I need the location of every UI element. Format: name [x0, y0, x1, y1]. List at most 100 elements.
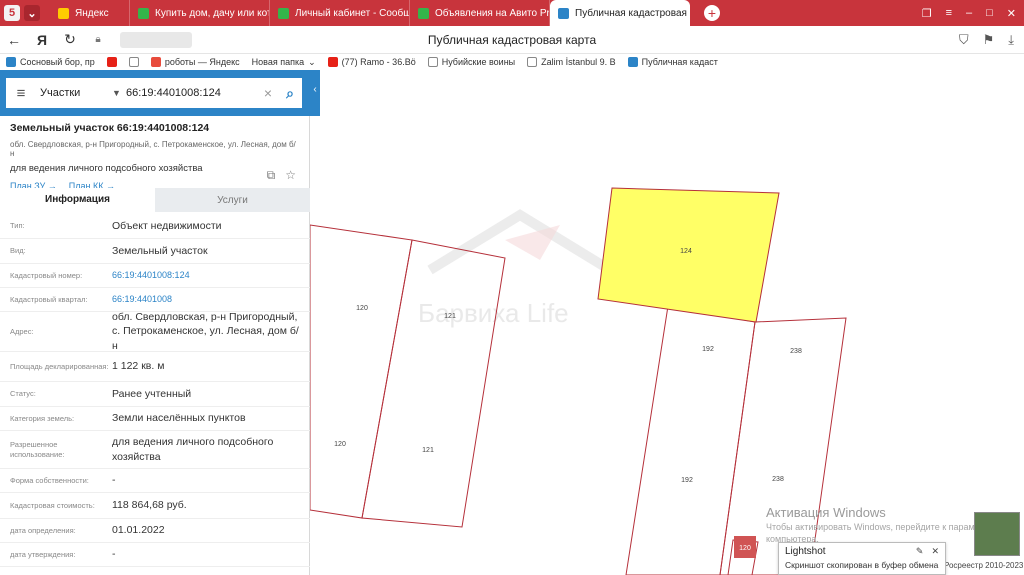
cadastral-map[interactable]: Барвиха Life 120 121 120 121 124 192 238: [310, 70, 1024, 575]
collapse-panel-icon[interactable]: ‹: [310, 84, 320, 102]
avito-favicon-icon: [138, 7, 149, 19]
parcel-192[interactable]: [625, 305, 756, 575]
address-bar-tools: ⛉ ⚑ ⤓: [959, 32, 1024, 48]
lightshot-buttons: ✎ ✕: [916, 546, 939, 557]
info-row: Категория земель: Земли населённых пункто…: [0, 407, 310, 431]
chevron-down-icon[interactable]: ⌄: [24, 5, 40, 21]
row-label: Разрешенное использование:: [10, 440, 65, 459]
tab-avito-house[interactable]: Купить дом, дачу или кот: [130, 0, 270, 26]
bookmark-label: (77) Ramo - 36.Bö: [341, 57, 416, 67]
close-window-icon[interactable]: ✕: [1007, 7, 1016, 20]
bookmark-item[interactable]: (77) Ramo - 36.Bö: [327, 57, 416, 67]
lightshot-message: Скриншот скопирован в буфер обмена: [785, 560, 939, 570]
chevron-down-icon: ⌄: [308, 56, 316, 67]
info-row: Статус: Ранее учтенный: [0, 382, 310, 407]
row-label: Категория земель:: [10, 413, 75, 423]
search-icon[interactable]: ⌕: [278, 85, 302, 102]
info-row: Вид: Земельный участок: [0, 239, 310, 264]
bookmark-item[interactable]: Сосновый бор, пр: [6, 57, 95, 67]
bookmark-item[interactable]: [106, 57, 117, 67]
maximize-icon[interactable]: □: [986, 7, 993, 20]
back-icon[interactable]: ←: [0, 32, 28, 48]
parcel-label: 121: [422, 447, 434, 454]
bookmark-folder[interactable]: Новая папка ⌄: [252, 57, 316, 68]
info-table: Тип: Объект недвижимости Вид: Земельный уч…: [0, 214, 310, 567]
tab-avito-pro[interactable]: Объявления на Авито Pro: [410, 0, 550, 26]
row-value: -: [112, 548, 116, 561]
bookmarks-bar: Сосновый бор, пр роботы — Яндекс Новая п…: [0, 54, 1024, 70]
tab-avito-cabinet[interactable]: Личный кабинет - Сообщ: [270, 0, 410, 26]
cadastral-number-link[interactable]: 66:19:4401008:124: [112, 269, 300, 281]
row-value: 1 122 кв. м: [112, 360, 165, 373]
clear-icon[interactable]: ×: [258, 85, 278, 101]
row-label: Кадастровая стоимость:: [10, 500, 95, 510]
bookmark-item[interactable]: Публичная кадаст: [627, 57, 718, 67]
protect-icon[interactable]: ⛉: [959, 32, 969, 48]
map-canvas[interactable]: Барвиха Life 120 121 120 121 124 192 238: [310, 70, 1024, 575]
avito-favicon-icon: [418, 7, 429, 19]
yandex-logo-icon[interactable]: Я: [28, 32, 56, 48]
tab-yandex[interactable]: Яндекс: [50, 0, 130, 26]
bookmark-item[interactable]: [128, 57, 139, 67]
info-row: дата определения: 01.01.2022: [0, 519, 310, 543]
parcel-124-selected[interactable]: [597, 187, 780, 323]
menu-icon[interactable]: ≡: [8, 85, 34, 102]
star-icon[interactable]: ☆: [285, 168, 296, 183]
watermark: Барвиха Life: [418, 209, 613, 328]
bookmark-label: роботы — Яндекс: [164, 57, 240, 67]
parcel-121[interactable]: [361, 239, 506, 528]
satellite-minimap[interactable]: [974, 512, 1020, 556]
menu-icon[interactable]: ≡: [946, 7, 952, 20]
tab-services[interactable]: Услуги: [155, 188, 310, 212]
tab-label: Яндекс: [75, 7, 109, 19]
parcel-use: для ведения личного подсобного хозяйства: [10, 163, 203, 174]
info-row: Тип: Объект недвижимости: [0, 214, 310, 239]
parcel-120[interactable]: [310, 224, 413, 519]
bookmark-label: Zalim İstanbul 9. B: [541, 57, 616, 67]
url-field[interactable]: [120, 31, 192, 48]
new-tab-button[interactable]: +: [704, 5, 720, 21]
address-bar: ← Я ↻ 🔒︎ Публичная кадастровая карта ⛉ ⚑…: [0, 26, 1024, 54]
bookmark-icon[interactable]: ⚑: [983, 32, 995, 48]
row-value: обл. Свердловская, р-н Пригородный, с. П…: [112, 311, 299, 352]
bookmark-item[interactable]: Zalim İstanbul 9. B: [527, 57, 616, 67]
lightshot-notification[interactable]: Lightshot Скриншот скопирован в буфер об…: [778, 542, 946, 575]
row-value: Земельный участок: [112, 244, 208, 257]
lock-icon[interactable]: 🔒︎: [84, 34, 112, 45]
bookmark-item[interactable]: роботы — Яндекс: [150, 57, 240, 67]
chevron-down-icon[interactable]: ▼: [112, 88, 126, 98]
tab-cadastral-map[interactable]: Публичная кадастровая ✕: [550, 0, 690, 26]
download-icon[interactable]: ⤓: [1008, 32, 1014, 48]
row-label: Кадастровый номер:: [10, 270, 83, 280]
window-controls: ❐ ≡ – □ ✕: [922, 7, 1024, 20]
settings-icon[interactable]: ✎: [916, 546, 924, 557]
cadastral-quarter-link[interactable]: 66:19:4401008: [112, 293, 300, 305]
share-icon[interactable]: ⧉: [267, 168, 276, 183]
rosreestr-favicon-icon: [558, 7, 569, 19]
row-label: Кадастровый квартал:: [10, 294, 88, 304]
parcel-title: Земельный участок 66:19:4401008:124: [10, 122, 210, 134]
info-row: Кадастровый номер: 66:19:4401008:124: [0, 264, 310, 288]
row-label: Статус:: [10, 389, 36, 399]
reload-icon[interactable]: ↻: [56, 31, 84, 48]
parcel-label: 120: [334, 441, 346, 448]
search-input[interactable]: 66:19:4401008:124: [126, 87, 258, 99]
row-value: Земли населённых пунктов: [112, 412, 246, 425]
bookmark-label: Нубийские воины: [441, 57, 516, 67]
tab-info[interactable]: Информация: [0, 188, 155, 212]
tabs-icon[interactable]: ❐: [922, 7, 932, 20]
row-label: Вид:: [10, 246, 26, 256]
search-bar: ≡ Участки ▼ 66:19:4401008:124 × ⌕ ‹: [0, 70, 320, 116]
page-icon: [128, 57, 139, 67]
yandex-browser-icon[interactable]: 5: [4, 5, 20, 21]
close-icon[interactable]: ✕: [931, 546, 939, 557]
row-value: 01.01.2022: [112, 524, 165, 537]
avito-favicon-icon: [278, 7, 289, 19]
row-label: Форма собственности:: [10, 475, 89, 485]
parcel-label: 121: [444, 313, 456, 320]
browser-tab-bar: 5 ⌄ Яндекс Купить дом, дачу или кот Личн…: [0, 0, 1024, 26]
row-label: Адрес:: [10, 326, 34, 336]
minimize-icon[interactable]: –: [966, 7, 972, 20]
bookmark-item[interactable]: Нубийские воины: [427, 57, 516, 67]
location-icon: [6, 57, 16, 67]
